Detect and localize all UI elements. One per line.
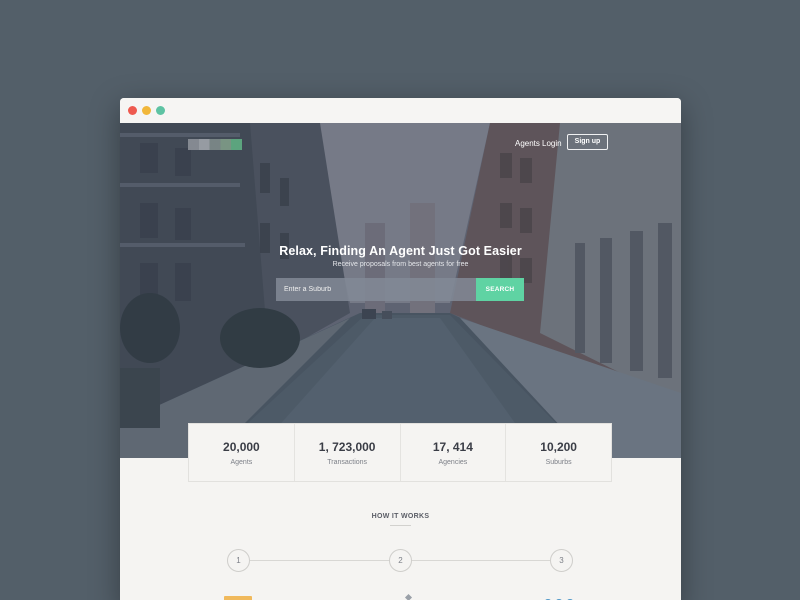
hero-subtitle: Receive proposals from best agents for f… <box>332 261 469 268</box>
stat-agencies: 17, 414 Agencies <box>401 424 507 481</box>
step-3-icon <box>544 594 578 600</box>
signup-button[interactable]: Sign up <box>567 134 608 150</box>
nav-login-link[interactable]: Login <box>542 139 562 148</box>
stat-transactions: 1, 723,000 Transactions <box>295 424 401 481</box>
site-logo[interactable] <box>188 139 242 150</box>
stat-suburbs: 10,200 Suburbs <box>506 424 611 481</box>
step-2-icon <box>404 593 413 600</box>
stat-value: 20,000 <box>223 440 260 454</box>
minimize-window-button[interactable] <box>142 106 151 115</box>
step-2-indicator: 2 <box>389 549 412 572</box>
maximize-window-button[interactable] <box>156 106 165 115</box>
stat-label: Suburbs <box>545 459 572 466</box>
search-button[interactable]: SEARCH <box>476 278 524 301</box>
hero-section: Agents Login Sign up Relax, Finding An A… <box>120 123 681 458</box>
hero-title: Relax, Finding An Agent Just Got Easier <box>279 244 522 258</box>
suburb-search-form: SEARCH <box>276 278 524 301</box>
stat-label: Transactions <box>327 459 368 466</box>
step-3-indicator: 3 <box>550 549 573 572</box>
suburb-search-input[interactable] <box>276 278 476 301</box>
stat-agents: 20,000 Agents <box>189 424 295 481</box>
heading-underline <box>390 525 411 526</box>
stat-value: 1, 723,000 <box>318 440 376 454</box>
browser-window: Agents Login Sign up Relax, Finding An A… <box>120 98 681 600</box>
nav-agents-link[interactable]: Agents <box>515 139 540 148</box>
step-1-indicator: 1 <box>227 549 250 572</box>
stat-label: Agents <box>230 459 253 466</box>
window-titlebar <box>120 98 681 123</box>
stats-bar: 20,000 Agents 1, 723,000 Transactions 17… <box>188 423 612 482</box>
stat-value: 10,200 <box>540 440 577 454</box>
stat-label: Agencies <box>438 459 468 466</box>
step-1-icon <box>224 596 252 600</box>
stat-value: 17, 414 <box>432 440 473 454</box>
close-window-button[interactable] <box>128 106 137 115</box>
how-it-works-heading: HOW IT WORKS <box>371 513 430 520</box>
